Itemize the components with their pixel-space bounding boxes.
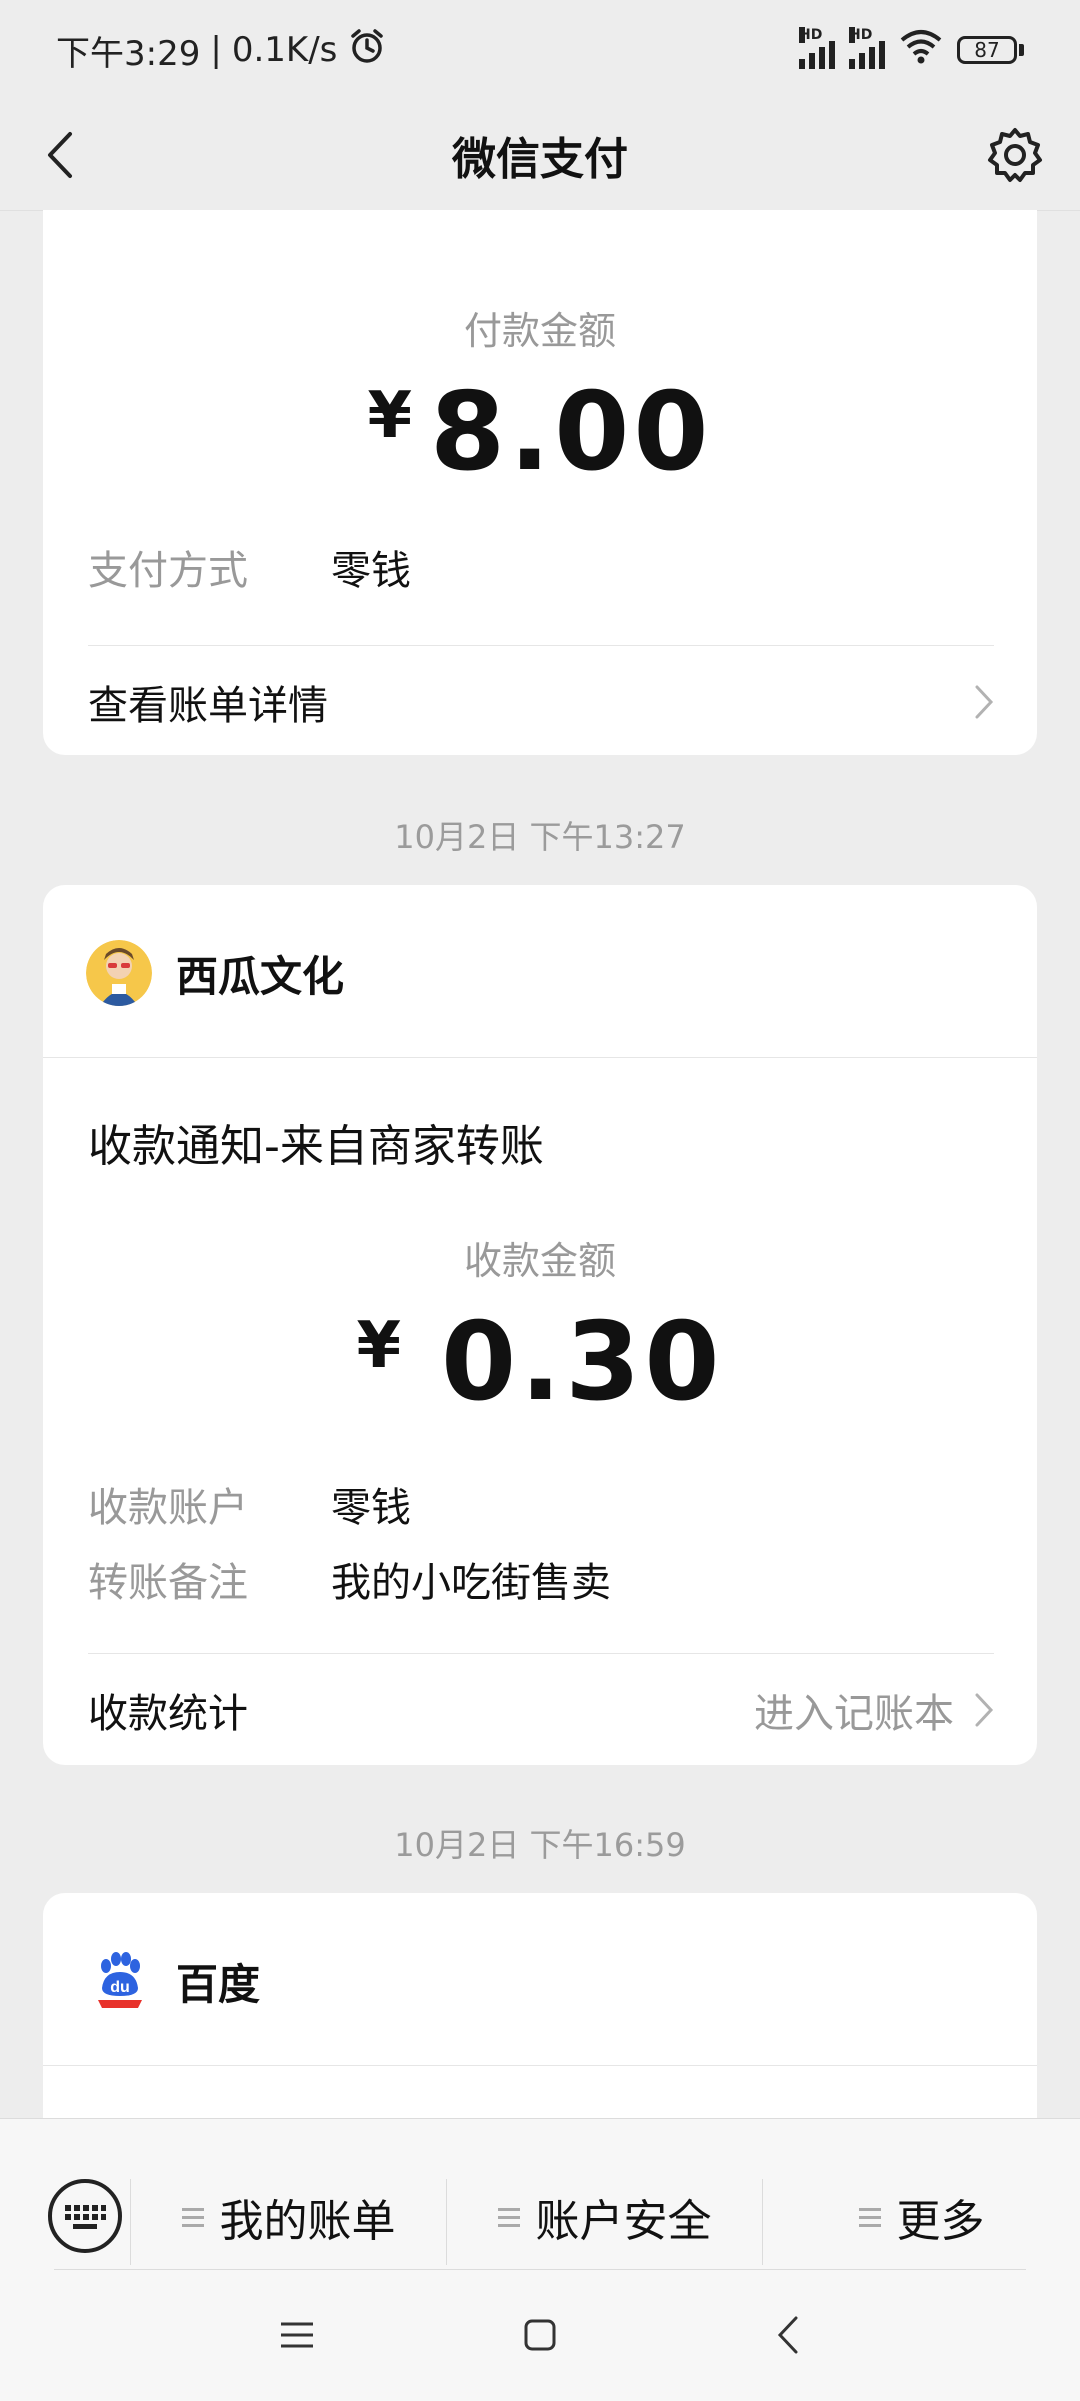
menu-more[interactable]: 更多 (763, 2167, 1080, 2267)
merchant-avatar (86, 940, 152, 1006)
receipt-stats-row[interactable]: 收款统计 进入记账本 (88, 1680, 994, 1740)
status-time: 下午3:29 (56, 33, 201, 74)
receipt-account-row: 收款账户 零钱 (88, 1485, 411, 1531)
keyboard-toggle-button[interactable] (28, 2159, 142, 2273)
message-timestamp: 10月2日 下午16:59 (394, 1826, 686, 1864)
merchant-header[interactable]: du 百度 (86, 1948, 260, 2014)
status-right: HD HD 87 (799, 27, 1024, 73)
nav-bar: 微信支付 (0, 100, 1080, 211)
gear-icon[interactable] (980, 120, 1050, 190)
payment-amount-label: 付款金额 (463, 309, 616, 353)
net-speed: 0.1K/s (231, 30, 338, 70)
divider (88, 1653, 994, 1654)
view-bill-details-link[interactable]: 查看账单详情 (88, 672, 994, 732)
receipt-amount-label: 收款金额 (463, 1239, 616, 1283)
signal-icon-2: HD (849, 27, 885, 69)
divider (43, 2065, 1037, 2066)
menu-icon (497, 2207, 520, 2227)
signal-icon: HD (799, 27, 835, 69)
menu-my-bills[interactable]: 我的账单 (131, 2167, 446, 2267)
merchant-name: 百度 (176, 1959, 261, 2009)
battery-level: 87 (957, 36, 1017, 64)
baidu-logo: du (86, 1948, 152, 2014)
alarm-icon (347, 26, 387, 75)
payment-amount: ¥8.00 (367, 370, 713, 495)
menu-icon (181, 2207, 204, 2227)
message-timestamp: 10月2日 下午13:27 (394, 818, 686, 856)
status-bar: 下午3:29 | 0.1K/s HD HD 87 (0, 0, 1080, 100)
chevron-right-icon (975, 1693, 994, 1727)
status-left: 下午3:29 | 0.1K/s (56, 26, 387, 75)
system-back-button[interactable] (748, 2290, 828, 2380)
baidu-card: du 百度 (43, 1893, 1037, 2153)
menu-account-security[interactable]: 账户安全 (447, 2167, 762, 2267)
back-chevron-icon[interactable] (30, 125, 90, 185)
enter-ledger-link[interactable]: 进入记账本 (754, 1681, 994, 1739)
divider (88, 645, 994, 646)
payment-card: 付款金额 ¥8.00 支付方式 零钱 查看账单详情 (43, 210, 1037, 755)
merchant-name: 西瓜文化 (176, 951, 345, 1001)
system-home-button[interactable] (500, 2290, 580, 2380)
receipt-notice-card: 西瓜文化 收款通知-来自商家转账 收款金额 ¥0.30 收款账户 零钱 转账备注我… (43, 885, 1037, 1765)
status-separator: | (210, 30, 222, 70)
menu-icon (858, 2207, 881, 2227)
system-menu-button[interactable] (257, 2290, 337, 2380)
svg-text:du: du (110, 1979, 130, 1996)
receipt-amount: ¥0.30 (356, 1300, 724, 1425)
wifi-icon (899, 28, 943, 73)
payment-method-row: 支付方式 零钱 (88, 548, 411, 594)
transfer-remark-row: 转账备注 我的小吃街售卖 (88, 1560, 611, 1606)
divider (54, 2269, 1026, 2270)
battery-indicator: 87 (957, 36, 1024, 64)
chevron-right-icon (974, 684, 994, 720)
notice-title: 收款通知-来自商家转账 (88, 1121, 544, 1172)
divider (43, 1057, 1037, 1058)
merchant-header[interactable]: 西瓜文化 (86, 940, 344, 1006)
page-title: 微信支付 (452, 134, 628, 185)
